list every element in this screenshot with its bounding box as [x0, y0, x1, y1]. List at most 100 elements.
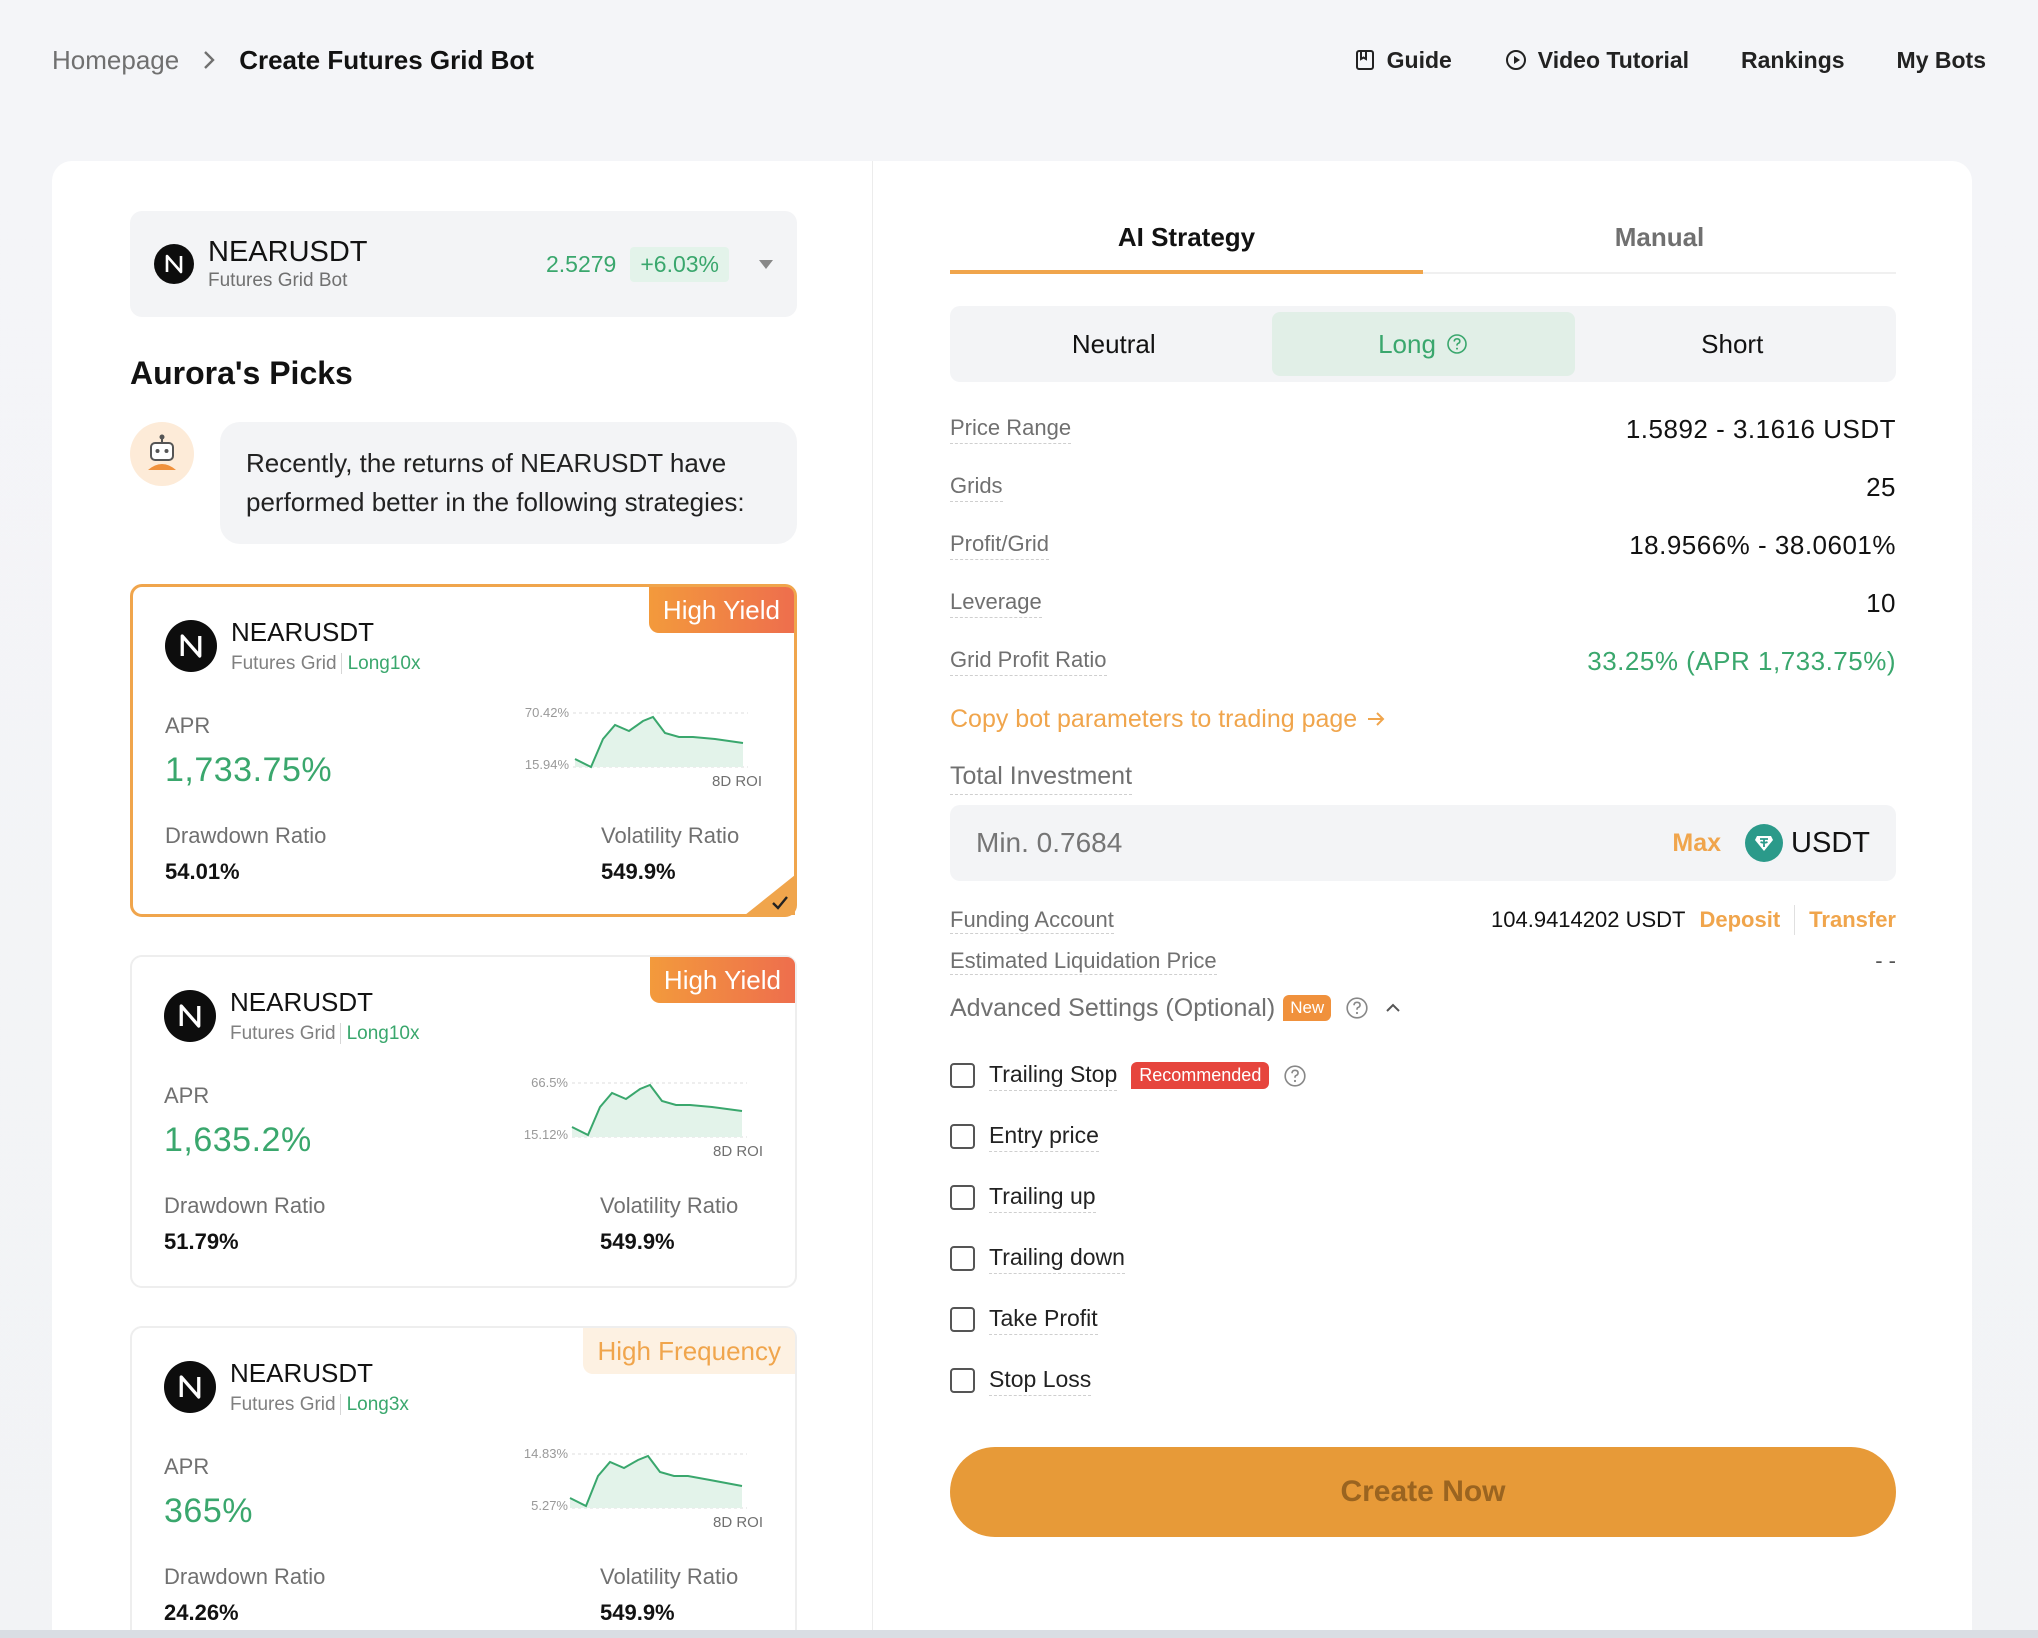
- leverage-label: Leverage: [950, 589, 1042, 618]
- liquidation-label: Estimated Liquidation Price: [950, 947, 1217, 975]
- strategy-leverage: Long3x: [339, 1394, 409, 1415]
- help-circle-icon[interactable]: [1345, 996, 1369, 1020]
- option-trailing-down[interactable]: Trailing down: [950, 1228, 1896, 1289]
- liquidation-row: Estimated Liquidation Price - -: [950, 939, 1896, 983]
- checkbox[interactable]: [950, 1185, 975, 1210]
- option-trailing-up[interactable]: Trailing up: [950, 1167, 1896, 1228]
- nav-mybots-label: My Bots: [1896, 46, 1986, 73]
- investment-input[interactable]: [976, 827, 1576, 859]
- drawdown-value: 51.79%: [164, 1229, 239, 1254]
- direction-selector: Neutral Long Short: [950, 306, 1896, 382]
- transfer-link[interactable]: Transfer: [1809, 907, 1896, 933]
- checkbox[interactable]: [950, 1307, 975, 1332]
- ai-parameters: Price Range 1.5892 - 3.1616 USDT Grids 25 …: [950, 400, 1896, 690]
- deposit-link[interactable]: Deposit: [1699, 907, 1780, 933]
- create-now-button[interactable]: Create Now: [950, 1447, 1896, 1537]
- grid-profit-ratio-value: 33.25% (APR 1,733.75%): [1587, 645, 1896, 676]
- option-label: Trailing down: [989, 1244, 1125, 1274]
- strategy-type: Futures Grid: [230, 1023, 336, 1044]
- mode-long-label: Long: [1378, 328, 1436, 359]
- strategy-tag: High Yield: [648, 587, 794, 633]
- recommended-badge: Recommended: [1131, 1062, 1270, 1089]
- mode-neutral[interactable]: Neutral: [956, 312, 1272, 376]
- profit-grid-value: 18.9566% - 38.0601%: [1629, 529, 1896, 560]
- caret-down-icon[interactable]: [759, 259, 773, 269]
- breadcrumb-current: Create Futures Grid Bot: [239, 44, 534, 75]
- checkbox[interactable]: [950, 1246, 975, 1271]
- advanced-settings-label: Advanced Settings (Optional): [950, 993, 1276, 1022]
- apr-label: APR: [165, 713, 211, 738]
- option-label: Trailing Stop: [989, 1061, 1118, 1091]
- tab-ai-strategy[interactable]: AI Strategy: [950, 211, 1423, 274]
- funding-account-value: 104.9414202 USDT: [1491, 907, 1686, 932]
- book-icon: [1355, 50, 1374, 70]
- checkbox[interactable]: [950, 1368, 975, 1393]
- strategy-pair: NEARUSDT: [230, 1358, 374, 1388]
- strategy-card[interactable]: High Frequency NEARUSDT Futures Grid Long…: [130, 1326, 797, 1638]
- copy-parameters-label: Copy bot parameters to trading page: [950, 704, 1358, 733]
- mode-short[interactable]: Short: [1575, 312, 1891, 376]
- strategy-card[interactable]: High Yield NEARUSDT Futures Grid Long10x …: [130, 584, 797, 917]
- profit-grid-label: Profit/Grid: [950, 531, 1050, 560]
- checkbox[interactable]: [950, 1063, 975, 1088]
- option-trailing-stop[interactable]: Trailing Stop Recommended: [950, 1045, 1896, 1106]
- pair-selector[interactable]: NEARUSDT Futures Grid Bot 2.5279 +6.03%: [130, 211, 797, 317]
- grid-profit-ratio-label: Grid Profit Ratio: [950, 647, 1107, 676]
- apr-value: 365%: [164, 1492, 253, 1530]
- tab-manual[interactable]: Manual: [1423, 211, 1896, 272]
- max-button[interactable]: Max: [1672, 829, 1721, 858]
- near-logo-icon: [165, 620, 217, 672]
- advanced-settings-toggle[interactable]: Advanced Settings (Optional) New: [950, 985, 1896, 1031]
- link-divider: [1794, 905, 1796, 935]
- grids-label: Grids: [950, 473, 1003, 502]
- checkbox[interactable]: [950, 1124, 975, 1149]
- top-bar: Homepage Create Futures Grid Bot Guide V…: [52, 36, 1986, 84]
- volatility-label: Volatility Ratio: [601, 823, 740, 848]
- option-stop-loss[interactable]: Stop Loss: [950, 1350, 1896, 1411]
- option-label: Stop Loss: [989, 1366, 1092, 1396]
- drawdown-label: Drawdown Ratio: [165, 823, 327, 848]
- strategy-card[interactable]: High Yield NEARUSDT Futures Grid Long10x …: [130, 955, 797, 1288]
- volatility-label: Volatility Ratio: [600, 1193, 739, 1218]
- option-label: Take Profit: [989, 1305, 1098, 1335]
- copy-parameters-link[interactable]: Copy bot parameters to trading page: [950, 694, 1896, 744]
- apr-value: 1,733.75%: [165, 751, 333, 789]
- nav-my-bots[interactable]: My Bots: [1897, 47, 1986, 74]
- option-entry-price[interactable]: Entry price: [950, 1106, 1896, 1167]
- nav-video-tutorial[interactable]: Video Tutorial: [1504, 47, 1689, 74]
- apr-label: APR: [164, 1454, 210, 1479]
- mode-long[interactable]: Long: [1271, 312, 1575, 376]
- right-panel: AI Strategy Manual Neutral Long Short Pr…: [950, 211, 1896, 1537]
- spark-roi-label: 8D ROI: [712, 1514, 763, 1531]
- drawdown-value: 54.01%: [165, 859, 240, 884]
- option-label: Trailing up: [989, 1183, 1096, 1213]
- option-take-profit[interactable]: Take Profit: [950, 1289, 1896, 1350]
- strategy-tag: High Yield: [649, 957, 795, 1003]
- arrow-right-icon: [1368, 712, 1385, 726]
- volatility-value: 549.9%: [601, 859, 676, 884]
- nav-guide-label: Guide: [1386, 46, 1452, 73]
- price-range-label: Price Range: [950, 415, 1072, 444]
- chevron-up-icon[interactable]: [1383, 998, 1403, 1018]
- volatility-value: 549.9%: [600, 1229, 675, 1254]
- robot-avatar-icon: [130, 422, 194, 486]
- strategy-tag: High Frequency: [583, 1328, 795, 1374]
- strategy-tabs: AI Strategy Manual: [950, 211, 1896, 274]
- nav-video-label: Video Tutorial: [1537, 46, 1690, 73]
- strategy-pair: NEARUSDT: [230, 987, 374, 1017]
- apr-value: 1,635.2%: [164, 1121, 312, 1159]
- grids-value: 25: [1866, 471, 1896, 502]
- option-label: Entry price: [989, 1122, 1099, 1152]
- nav-rankings[interactable]: Rankings: [1741, 47, 1845, 74]
- mode-neutral-label: Neutral: [1071, 328, 1156, 359]
- nav-guide[interactable]: Guide: [1353, 47, 1452, 74]
- help-circle-icon[interactable]: [1283, 1064, 1307, 1088]
- strategy-leverage: Long10x: [340, 653, 421, 674]
- mode-short-label: Short: [1701, 328, 1764, 359]
- pair-change-badge: +6.03%: [630, 246, 729, 282]
- breadcrumb-home[interactable]: Homepage: [52, 45, 179, 76]
- investment-title: Total Investment: [950, 762, 1133, 795]
- help-circle-icon[interactable]: [1446, 333, 1468, 355]
- top-nav: Guide Video Tutorial Rankings My Bots: [1353, 47, 1986, 74]
- selected-check-icon: [745, 875, 795, 915]
